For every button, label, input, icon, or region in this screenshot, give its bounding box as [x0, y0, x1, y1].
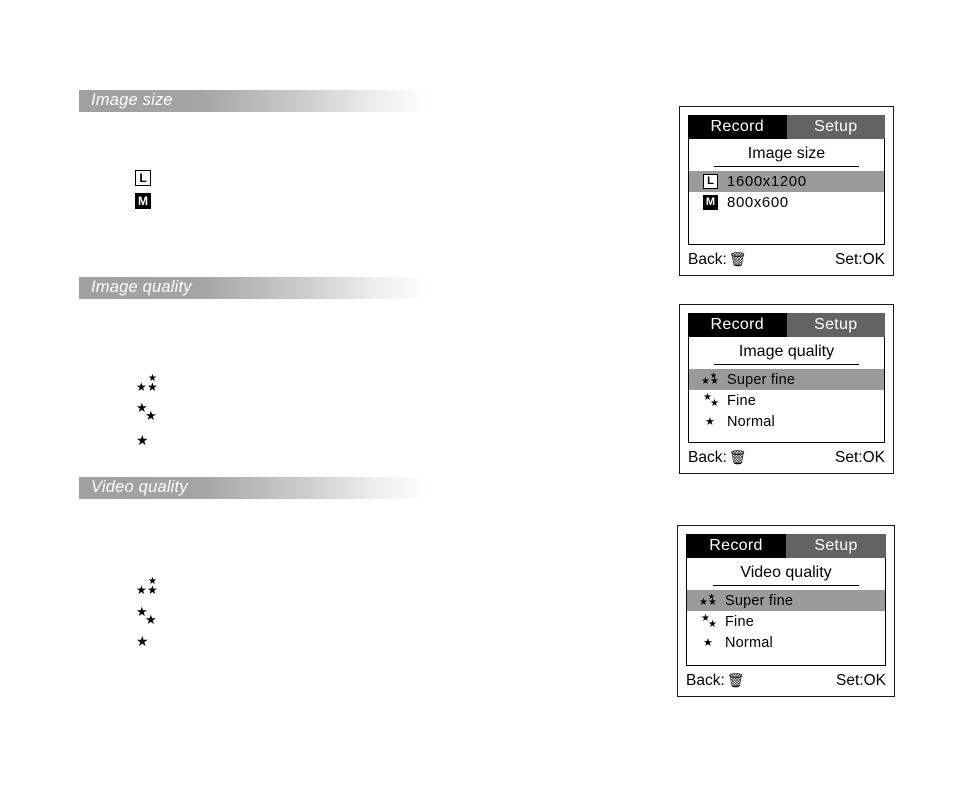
trash-icon: 🗑 [728, 450, 747, 466]
lcd-body: Video quality ★ ★ ★ Super fine ★ ★ Fine … [686, 558, 886, 666]
tab-record[interactable]: Record [688, 313, 787, 337]
set-label[interactable]: Set:OK [835, 449, 885, 467]
menu-item-super-fine[interactable]: ★ ★ ★ Super fine [687, 590, 885, 611]
menu-item-label: Fine [727, 392, 757, 409]
section-header-image-size: Image size [79, 90, 429, 112]
set-label[interactable]: Set:OK [836, 672, 886, 690]
row-icon-slot: ★ ★ ★ [695, 592, 725, 610]
lcd-body: Image size L 1600x1200 M 800x600 [688, 139, 885, 245]
row-icon-slot: ★ [695, 634, 725, 652]
tab-setup[interactable]: Setup [786, 313, 885, 337]
back-label: Back: [686, 672, 725, 689]
lcd-panel-video-quality: Record Setup Video quality ★ ★ ★ Super f… [677, 525, 895, 697]
tab-setup[interactable]: Setup [786, 115, 885, 139]
back-control[interactable]: Back: 🗑 [688, 449, 747, 467]
menu-item-1600x1200[interactable]: L 1600x1200 [689, 171, 884, 192]
large-size-icon: L [135, 170, 151, 186]
tab-record[interactable]: Record [688, 115, 787, 139]
menu-item-label: Normal [725, 634, 773, 651]
one-star-icon: ★ [703, 635, 713, 649]
set-label[interactable]: Set:OK [835, 251, 885, 269]
menu-item-fine[interactable]: ★ ★ Fine [689, 390, 884, 411]
two-stars-icon: ★ ★ [136, 605, 157, 628]
row-icon-slot: ★ [697, 413, 727, 431]
menu-title: Image quality [714, 343, 859, 365]
large-size-icon: L [703, 173, 718, 189]
trash-icon: 🗑 [726, 673, 745, 689]
menu-item-normal[interactable]: ★ Normal [687, 632, 885, 653]
back-control[interactable]: Back: 🗑 [686, 672, 745, 690]
section-title-image-quality: Image quality [91, 278, 192, 296]
trash-icon: 🗑 [728, 252, 747, 268]
lcd-footer: Back: 🗑 Set:OK [686, 670, 886, 692]
menu-list: L 1600x1200 M 800x600 [689, 171, 884, 213]
menu-item-label: Fine [725, 613, 755, 630]
three-stars-icon: ★ ★ ★ [136, 373, 158, 394]
menu-item-super-fine[interactable]: ★ ★ ★ Super fine [689, 369, 884, 390]
row-icon-slot: M [697, 194, 727, 212]
back-control[interactable]: Back: 🗑 [688, 251, 747, 269]
menu-item-800x600[interactable]: M 800x600 [689, 192, 884, 213]
two-stars-icon: ★ ★ [703, 391, 719, 409]
section-title-video-quality: Video quality [91, 478, 188, 496]
lcd-tabbar: Record Setup [686, 534, 886, 558]
menu-list: ★ ★ ★ Super fine ★ ★ Fine ★ Normal [689, 369, 884, 432]
medium-size-icon: M [703, 194, 718, 210]
menu-item-label: Normal [727, 413, 775, 430]
menu-title: Image size [714, 145, 859, 167]
row-icon-slot: ★ ★ [697, 392, 727, 410]
lcd-tabbar: Record Setup [688, 115, 885, 139]
section-header-image-quality: Image quality [79, 277, 429, 299]
tab-record[interactable]: Record [686, 534, 786, 558]
menu-title: Video quality [712, 564, 860, 586]
menu-item-label: 800x600 [727, 194, 789, 211]
one-star-icon: ★ [136, 433, 149, 449]
lcd-footer: Back: 🗑 Set:OK [688, 447, 885, 469]
medium-size-icon: M [135, 193, 151, 209]
menu-item-label: 1600x1200 [727, 173, 807, 190]
row-icon-slot: L [697, 173, 727, 191]
menu-item-normal[interactable]: ★ Normal [689, 411, 884, 432]
two-stars-icon: ★ ★ [136, 401, 157, 424]
one-star-icon: ★ [705, 414, 715, 428]
menu-item-label: Super fine [727, 371, 796, 388]
menu-list: ★ ★ ★ Super fine ★ ★ Fine ★ Normal [687, 590, 885, 653]
lcd-tabbar: Record Setup [688, 313, 885, 337]
menu-item-label: Super fine [725, 592, 794, 609]
two-stars-icon: ★ ★ [701, 612, 717, 630]
row-icon-slot: ★ ★ [695, 613, 725, 631]
section-header-video-quality: Video quality [79, 477, 429, 499]
three-stars-icon: ★ ★ ★ [699, 591, 717, 608]
menu-item-fine[interactable]: ★ ★ Fine [687, 611, 885, 632]
back-label: Back: [688, 251, 727, 268]
lcd-panel-image-quality: Record Setup Image quality ★ ★ ★ Super f… [679, 304, 894, 474]
three-stars-icon: ★ ★ ★ [136, 576, 158, 597]
lcd-footer: Back: 🗑 Set:OK [688, 249, 885, 271]
three-stars-icon: ★ ★ ★ [701, 370, 719, 387]
back-label: Back: [688, 449, 727, 466]
one-star-icon: ★ [136, 634, 149, 650]
row-icon-slot: ★ ★ ★ [697, 371, 727, 389]
section-title-image-size: Image size [91, 91, 173, 109]
lcd-body: Image quality ★ ★ ★ Super fine ★ ★ Fine … [688, 337, 885, 443]
lcd-panel-image-size: Record Setup Image size L 1600x1200 M 80… [679, 106, 894, 276]
tab-setup[interactable]: Setup [786, 534, 886, 558]
